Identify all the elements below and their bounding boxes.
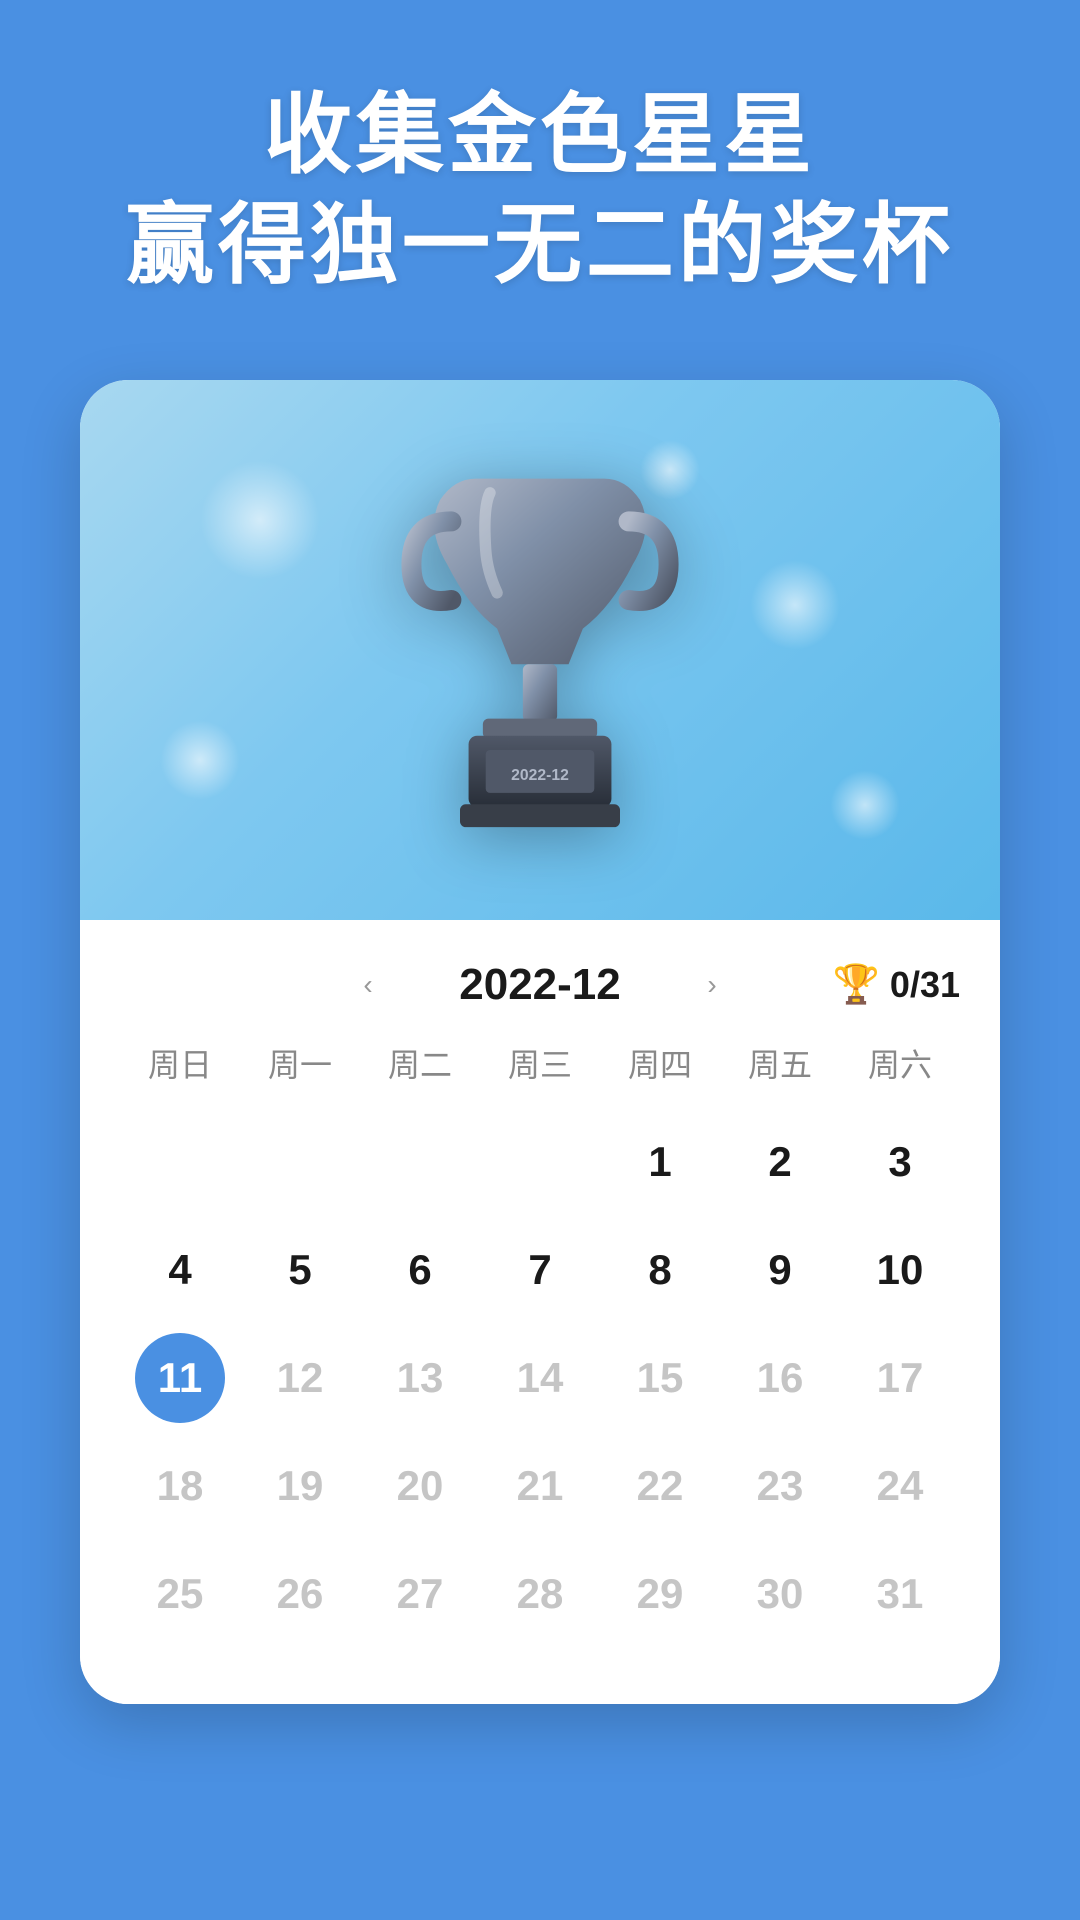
header-title: 收集金色星星 赢得独一无二的奖杯 bbox=[126, 80, 954, 300]
day-cell[interactable]: 4 bbox=[120, 1220, 240, 1320]
day-cell[interactable]: 3 bbox=[840, 1112, 960, 1212]
weekday-label: 周六 bbox=[840, 1030, 960, 1096]
day-cell[interactable]: 1 bbox=[600, 1112, 720, 1212]
day-cell[interactable]: 27 bbox=[360, 1544, 480, 1644]
day-cell[interactable]: 24 bbox=[840, 1436, 960, 1536]
day-cell[interactable]: 23 bbox=[720, 1436, 840, 1536]
day-cell bbox=[240, 1112, 360, 1212]
weekday-label: 周二 bbox=[360, 1030, 480, 1096]
day-cell[interactable]: 5 bbox=[240, 1220, 360, 1320]
day-cell[interactable]: 9 bbox=[720, 1220, 840, 1320]
day-cell[interactable]: 26 bbox=[240, 1544, 360, 1644]
day-cell[interactable]: 15 bbox=[600, 1328, 720, 1428]
day-cell[interactable]: 13 bbox=[360, 1328, 480, 1428]
calendar-header: ‹ 2022-12 › 🏆 0/31 bbox=[120, 920, 960, 1030]
weekday-label: 周五 bbox=[720, 1030, 840, 1096]
weekday-label: 周四 bbox=[600, 1030, 720, 1096]
day-cell[interactable]: 19 bbox=[240, 1436, 360, 1536]
calendar-grid: 周日周一周二周三周四周五周六 1234567891011121314151617… bbox=[120, 1030, 960, 1644]
day-cell[interactable]: 11 bbox=[135, 1333, 225, 1423]
weekday-label: 周三 bbox=[480, 1030, 600, 1096]
day-cell[interactable]: 28 bbox=[480, 1544, 600, 1644]
day-cell bbox=[360, 1112, 480, 1212]
trophy-badge: 🏆 0/31 bbox=[833, 963, 960, 1007]
next-month-button[interactable]: › bbox=[690, 963, 734, 1007]
day-cell[interactable]: 31 bbox=[840, 1544, 960, 1644]
header-line2: 赢得独一无二的奖杯 bbox=[126, 190, 954, 300]
days-grid: 1234567891011121314151617181920212223242… bbox=[120, 1112, 960, 1644]
weekday-row: 周日周一周二周三周四周五周六 bbox=[120, 1030, 960, 1096]
main-card: 2022-12 ‹ 2022-12 › 🏆 0/31 周日周一周二周三周四周五周… bbox=[80, 380, 1000, 1704]
day-cell[interactable]: 12 bbox=[240, 1328, 360, 1428]
trophy-icon: 2022-12 bbox=[390, 450, 690, 850]
score-text: 0/31 bbox=[890, 964, 960, 1006]
day-cell[interactable]: 30 bbox=[720, 1544, 840, 1644]
weekday-label: 周日 bbox=[120, 1030, 240, 1096]
prev-month-button[interactable]: ‹ bbox=[346, 963, 390, 1007]
month-nav: ‹ 2022-12 › bbox=[346, 960, 734, 1010]
day-cell[interactable]: 20 bbox=[360, 1436, 480, 1536]
day-cell[interactable]: 6 bbox=[360, 1220, 480, 1320]
month-label: 2022-12 bbox=[430, 960, 650, 1010]
day-cell[interactable]: 21 bbox=[480, 1436, 600, 1536]
day-cell[interactable]: 14 bbox=[480, 1328, 600, 1428]
day-cell[interactable]: 25 bbox=[120, 1544, 240, 1644]
day-cell[interactable]: 2 bbox=[720, 1112, 840, 1212]
day-cell[interactable]: 7 bbox=[480, 1220, 600, 1320]
svg-text:2022-12: 2022-12 bbox=[511, 767, 569, 784]
header-line1: 收集金色星星 bbox=[126, 80, 954, 190]
trophy-container: 2022-12 bbox=[390, 450, 690, 850]
calendar-section: ‹ 2022-12 › 🏆 0/31 周日周一周二周三周四周五周六 123456… bbox=[80, 920, 1000, 1704]
day-cell bbox=[480, 1112, 600, 1212]
day-cell bbox=[120, 1112, 240, 1212]
day-cell[interactable]: 16 bbox=[720, 1328, 840, 1428]
day-cell[interactable]: 18 bbox=[120, 1436, 240, 1536]
day-cell[interactable]: 17 bbox=[840, 1328, 960, 1428]
trophy-small-icon: 🏆 bbox=[833, 963, 880, 1007]
day-cell[interactable]: 29 bbox=[600, 1544, 720, 1644]
day-cell[interactable]: 10 bbox=[840, 1220, 960, 1320]
trophy-section: 2022-12 bbox=[80, 380, 1000, 920]
day-cell[interactable]: 8 bbox=[600, 1220, 720, 1320]
weekday-label: 周一 bbox=[240, 1030, 360, 1096]
day-cell[interactable]: 22 bbox=[600, 1436, 720, 1536]
